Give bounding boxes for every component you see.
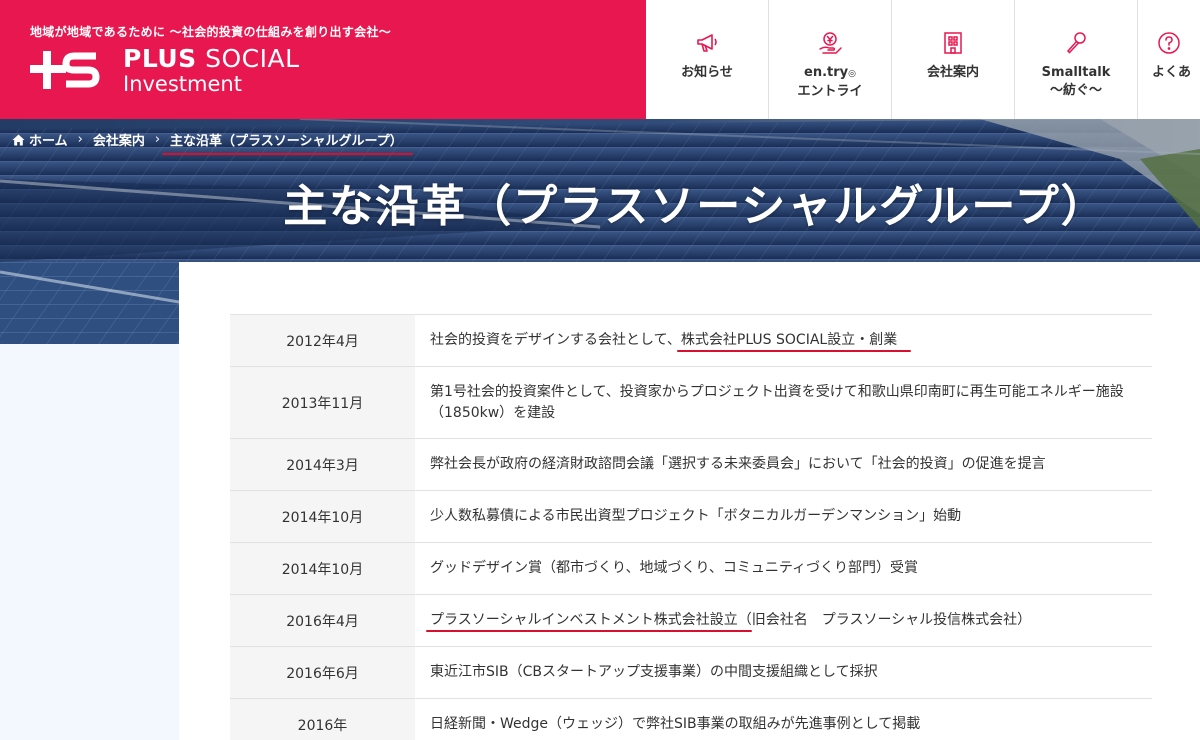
- logo-subname: Investment: [123, 72, 242, 96]
- table-row: 2014年10月 グッドデザイン賞（都市づくり、地域づくり、コミュニティづくり部門…: [230, 542, 1152, 595]
- history-date: 2012年4月: [230, 314, 415, 367]
- history-event: 東近江市SIB（CBスタートアップ支援事業）の中間支援組織として採択: [415, 646, 1152, 699]
- table-row: 2014年10月 少人数私募債による市民出資型プロジェクト「ボタニカルガーデンマン…: [230, 490, 1152, 543]
- history-event: 弊社会長が政府の経済財政諮問会議「選択する未来委員会」において「社会的投資」の促…: [415, 438, 1152, 491]
- table-row: 2016年 日経新聞・Wedge（ウェッジ）で弊社SIB事業の取組みが先進事例とし…: [230, 698, 1152, 740]
- table-row: 2016年6月 東近江市SIB（CBスタートアップ支援事業）の中間支援組織として採…: [230, 646, 1152, 699]
- breadcrumb-company[interactable]: 会社案内: [93, 130, 145, 149]
- nav-entry[interactable]: en.try◎ エントライ: [769, 0, 892, 119]
- nav-news-label: お知らせ: [681, 65, 733, 80]
- breadcrumb-current: 主な沿革（プラスソーシャルグループ）: [162, 130, 413, 155]
- table-row: 2016年4月 プラスソーシャルインベストメント株式会社設立（旧会社名 プラスソー…: [230, 594, 1152, 647]
- event-text: グッドデザイン賞（都市づくり、地域づくり、コミュニティづくり部門）受賞: [430, 560, 919, 576]
- breadcrumb: ホーム › 会社案内 › 主な沿革（プラスソーシャルグループ）: [12, 130, 413, 155]
- history-event: 日経新聞・Wedge（ウェッジ）で弊社SIB事業の取組みが先進事例として掲載: [415, 698, 1152, 740]
- event-text: 日経新聞・Wedge（ウェッジ）で弊社SIB事業の取組みが先進事例として掲載: [430, 716, 921, 732]
- tagline: 地域が地域であるために ～社会的投資の仕組みを創り出す会社～: [30, 25, 392, 39]
- history-event: グッドデザイン賞（都市づくり、地域づくり、コミュニティづくり部門）受賞: [415, 542, 1152, 595]
- nav-news[interactable]: お知らせ: [646, 0, 769, 119]
- event-text: 弊社会長が政府の経済財政諮問会議「選択する未来委員会」において「社会的投資」の促…: [430, 456, 1046, 472]
- table-row: 2013年11月 第1号社会的投資案件として、投資家からプロジェクト出資を受けて和…: [230, 366, 1152, 439]
- history-date: 2016年4月: [230, 594, 415, 647]
- history-event: 少人数私募債による市民出資型プロジェクト「ボタニカルガーデンマンション」始動: [415, 490, 1152, 543]
- plus-social-logo-icon: [30, 51, 100, 89]
- microphone-icon: [1066, 32, 1086, 54]
- nav-entry-label: en.try◎ エントライ: [797, 65, 863, 99]
- history-table: 2012年4月 社会的投資をデザインする会社として、株式会社PLUS SOCIAL…: [230, 314, 1152, 740]
- event-text: 少人数私募債による市民出資型プロジェクト「ボタニカルガーデンマンション」始動: [430, 508, 962, 524]
- event-text: （旧会社名 プラスソーシャル投信株式会社）: [737, 612, 1032, 628]
- history-date: 2016年6月: [230, 646, 415, 699]
- history-date: 2013年11月: [230, 366, 415, 439]
- global-nav: お知らせ en.try◎ エントライ 会社案内 Smalltalk ～紡ぐ～ よ…: [646, 0, 1200, 119]
- brand-area[interactable]: 地域が地域であるために ～社会的投資の仕組みを創り出す会社～ PLUS SOCI…: [0, 0, 646, 119]
- event-text: 東近江市SIB（CBスタートアップ支援事業）の中間支援組織として採択: [430, 664, 878, 680]
- page-title: 主な沿革（プラスソーシャルグループ）: [283, 181, 1107, 232]
- home-icon: [12, 134, 25, 145]
- chevron-right-icon: ›: [154, 132, 161, 147]
- table-row: 2014年3月 弊社会長が政府の経済財政諮問会議「選択する未来委員会」において「社…: [230, 438, 1152, 491]
- megaphone-icon: [697, 34, 717, 52]
- nav-smalltalk-label: Smalltalk ～紡ぐ～: [1041, 65, 1111, 98]
- event-text: 社会的投資をデザインする会社として、: [430, 332, 681, 348]
- nav-company[interactable]: 会社案内: [892, 0, 1015, 119]
- history-date: 2014年10月: [230, 542, 415, 595]
- breadcrumb-home[interactable]: ホーム: [12, 130, 68, 149]
- event-text: 第1号社会的投資案件として、投資家からプロジェクト出資を受けて和歌山県印南町に再…: [430, 383, 1124, 421]
- nav-faq-label: よくあ: [1152, 65, 1192, 80]
- history-event: プラスソーシャルインベストメント株式会社設立（旧会社名 プラスソーシャル投信株式…: [415, 594, 1152, 647]
- sidebar: [0, 344, 179, 740]
- building-icon: [944, 32, 962, 54]
- nav-smalltalk[interactable]: Smalltalk ～紡ぐ～: [1015, 0, 1138, 119]
- highlighted-text: 株式会社PLUS SOCIAL設立・創業: [680, 332, 898, 348]
- history-event: 社会的投資をデザインする会社として、株式会社PLUS SOCIAL設立・創業: [415, 314, 1152, 367]
- history-date: 2014年3月: [230, 438, 415, 491]
- history-date: 2016年: [230, 698, 415, 740]
- yen-hand-icon: [819, 32, 842, 54]
- nav-faq[interactable]: よくあ: [1138, 0, 1200, 119]
- chevron-right-icon: ›: [77, 132, 83, 147]
- highlighted-text: プラスソーシャルインベストメント株式会社設立: [430, 612, 738, 628]
- history-date: 2014年10月: [230, 490, 415, 543]
- hero-image-strip: [0, 262, 179, 344]
- question-icon: [1158, 32, 1180, 54]
- table-row: 2012年4月 社会的投資をデザインする会社として、株式会社PLUS SOCIAL…: [230, 314, 1152, 367]
- history-event: 第1号社会的投資案件として、投資家からプロジェクト出資を受けて和歌山県印南町に再…: [415, 366, 1152, 439]
- logo-name: PLUS SOCIAL: [123, 44, 300, 73]
- nav-company-label: 会社案内: [926, 65, 979, 80]
- site-header: 地域が地域であるために ～社会的投資の仕組みを創り出す会社～ PLUS SOCI…: [0, 0, 1200, 119]
